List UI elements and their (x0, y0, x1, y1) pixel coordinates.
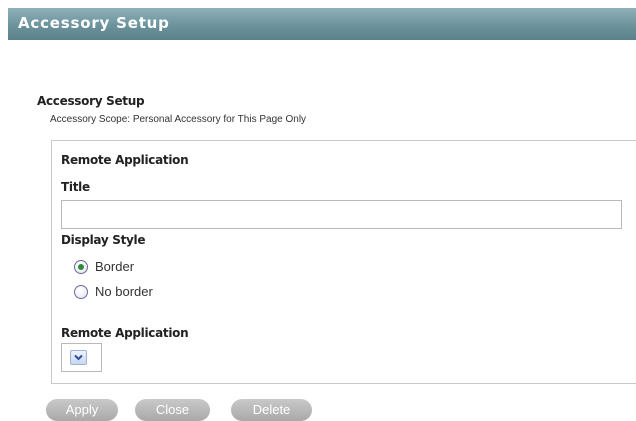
chevron-down-icon[interactable] (70, 350, 87, 365)
radio-label-border: Border (95, 259, 135, 274)
radio-button-no-border[interactable] (74, 284, 88, 299)
section-heading: Accessory Setup (37, 94, 145, 108)
title-label: Title (61, 180, 90, 194)
remote-application-label: Remote Application (61, 326, 189, 340)
radio-option-no-border[interactable]: No border (74, 284, 153, 299)
panel-heading: Remote Application (61, 153, 189, 167)
title-input[interactable] (61, 200, 622, 229)
delete-button[interactable]: Delete (231, 399, 312, 421)
radio-option-border[interactable]: Border (74, 259, 134, 274)
apply-button[interactable]: Apply (46, 399, 118, 421)
display-style-label: Display Style (61, 233, 146, 247)
radio-label-no-border: No border (95, 284, 153, 299)
header-title: Accessory Setup (18, 14, 170, 32)
header-bar: Accessory Setup (8, 8, 636, 40)
accessory-scope-text: Accessory Scope: Personal Accessory for … (50, 114, 307, 125)
remote-application-panel (51, 140, 636, 384)
remote-application-select[interactable] (61, 343, 102, 372)
radio-button-border[interactable] (74, 259, 88, 274)
close-button[interactable]: Close (135, 399, 210, 421)
